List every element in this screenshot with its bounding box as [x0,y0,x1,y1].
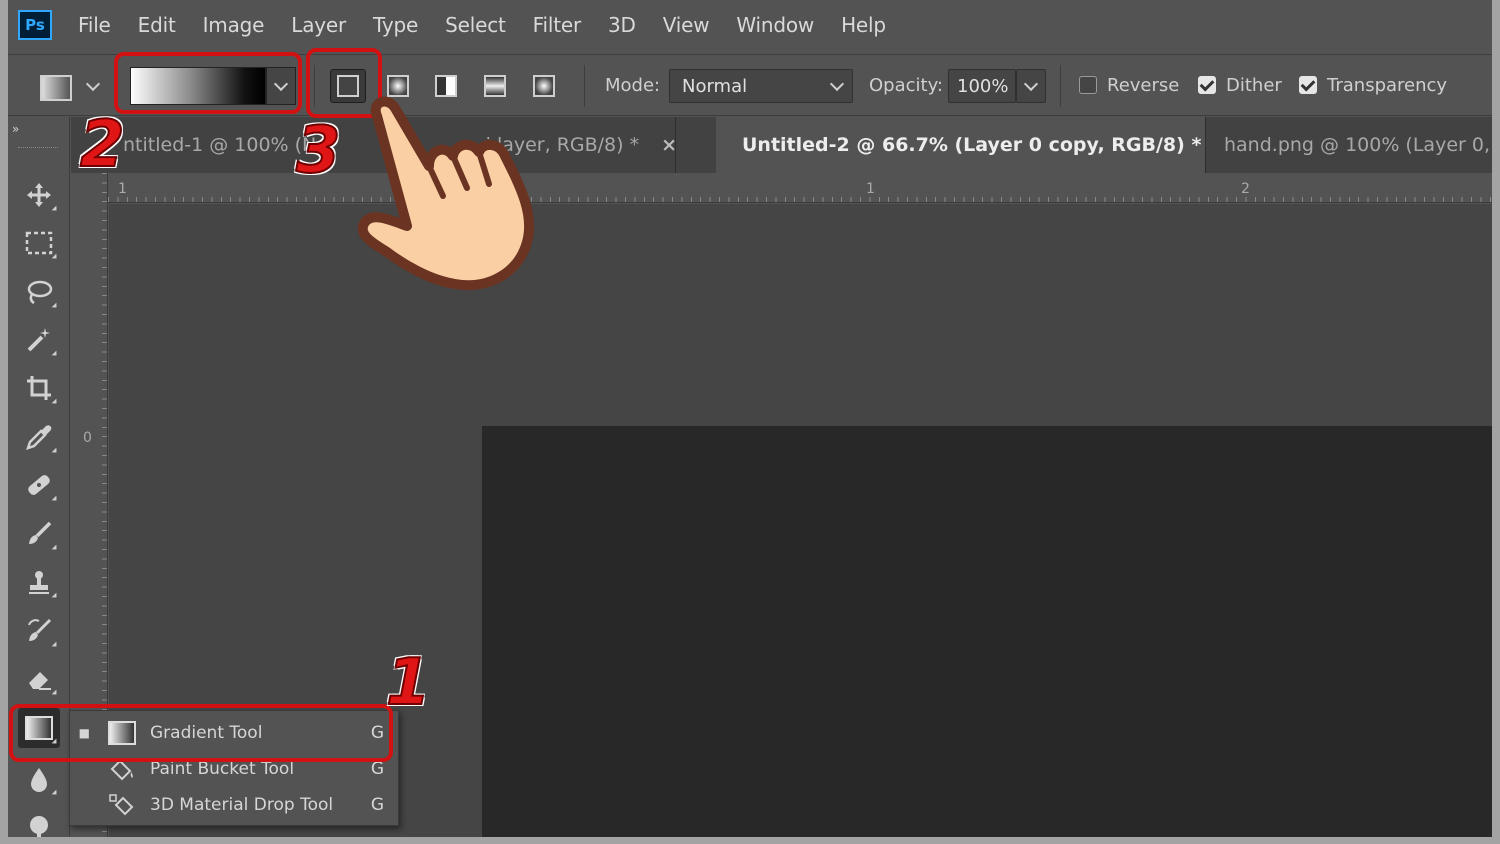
dodge-tool[interactable] [18,807,60,837]
crop-tool[interactable] [18,368,60,408]
flyout-item-label: 3D Material Drop Tool [150,795,334,815]
menu-file[interactable]: File [78,13,111,37]
reverse-label: Reverse [1107,75,1180,96]
chevron-down-icon [829,76,845,92]
document-tab-bar: ntitled-1 @ 100% (N n C i layer, RGB/8) … [71,117,1492,173]
rectangular-marquee-tool[interactable] [18,223,60,263]
mode-dropdown[interactable]: Normal [669,69,853,103]
menu-3d[interactable]: 3D [608,13,636,37]
opacity-value: 100% [957,75,1009,97]
tab-untitled-2[interactable]: Untitled-2 @ 66.7% (Layer 0 copy, RGB/8)… [716,117,1206,173]
dither-checkbox[interactable] [1198,76,1216,94]
eyedropper-tool[interactable] [18,417,60,457]
callout-box-step-1 [9,704,393,762]
marquee-icon [25,231,53,255]
drop-icon [31,768,47,792]
magic-wand-tool[interactable] [18,320,60,360]
history-brush-tool[interactable] [18,611,60,651]
mode-label: Mode: [605,75,661,96]
history-brush-icon [28,618,52,641]
photoshop-logo-icon: Ps [18,10,52,40]
separator [584,65,585,107]
menu-filter[interactable]: Filter [533,13,582,37]
brush-icon [29,521,52,544]
eraser-tool[interactable] [18,659,60,699]
separator [1060,65,1061,107]
step-number-3: 3 [295,113,342,189]
tab-label: hand.png @ 100% (Layer 0, [1224,134,1490,156]
transparency-label: Transparency [1327,75,1448,96]
dodge-icon [30,816,48,837]
mode-value: Normal [682,75,748,97]
step-number-2: 2 [79,107,126,183]
collapse-panel-icon[interactable]: » [12,122,19,136]
magic-wand-icon [27,328,50,352]
menu-layer[interactable]: Layer [291,13,346,37]
menu-type[interactable]: Type [373,13,418,37]
step-number-1: 1 [385,645,432,721]
hand-pointer-icon [357,96,535,291]
eraser-icon [29,672,51,690]
eyedropper-icon [26,425,52,450]
close-icon[interactable]: × [661,134,675,156]
chevron-down-icon [1023,76,1039,91]
menu-view[interactable]: View [663,13,710,37]
flyout-item-label: Paint Bucket Tool [150,759,295,779]
transparency-checkbox[interactable] [1299,76,1317,94]
lasso-icon [27,280,53,305]
menu-edit[interactable]: Edit [138,13,176,37]
callout-box-step-2 [114,52,302,114]
ruler-label: 1 [118,181,127,197]
move-tool[interactable] [18,175,60,215]
menu-window[interactable]: Window [736,13,814,37]
tool-preset-icon[interactable] [40,75,72,101]
blur-tool[interactable] [18,759,60,799]
stamp-icon [29,571,49,594]
3d-material-drop-icon [108,793,136,817]
dither-label: Dither [1226,75,1282,96]
healing-brush-tool[interactable] [18,465,60,505]
chevron-down-icon[interactable] [85,76,101,92]
tab-hand-png[interactable]: hand.png @ 100% (Layer 0, [1206,117,1492,173]
opacity-input[interactable]: 100% [948,69,1016,103]
flyout-3d-material-drop-tool[interactable]: 3D Material Drop Tool G [70,787,398,823]
menu-bar: Ps File Edit Image Layer Type Select Fil… [8,0,1492,50]
tab-label: ntitled-1 @ 100% (N [123,134,317,156]
shortcut-key: G [370,759,384,779]
document-canvas[interactable] [482,426,1492,837]
menu-help[interactable]: Help [841,13,886,37]
reverse-checkbox[interactable] [1079,76,1097,94]
ruler-label: 2 [1241,181,1250,197]
move-icon [27,183,51,207]
ruler-label: 0 [83,430,92,446]
ruler-label: 1 [866,181,875,197]
menu-select[interactable]: Select [445,13,506,37]
lasso-tool[interactable] [18,272,60,312]
brush-tool[interactable] [18,514,60,554]
shortcut-key: G [370,795,384,815]
opacity-label: Opacity: [869,75,943,96]
bandage-icon [28,475,50,495]
opacity-slider-button[interactable] [1016,69,1046,103]
clone-stamp-tool[interactable] [18,562,60,602]
crop-icon [27,376,51,400]
menu-image[interactable]: Image [203,13,265,37]
tab-label: Untitled-2 @ 66.7% (Layer 0 copy, RGB/8)… [742,134,1202,156]
panel-grip[interactable] [18,147,58,150]
photoshop-window: Ps File Edit Image Layer Type Select Fil… [8,0,1492,837]
